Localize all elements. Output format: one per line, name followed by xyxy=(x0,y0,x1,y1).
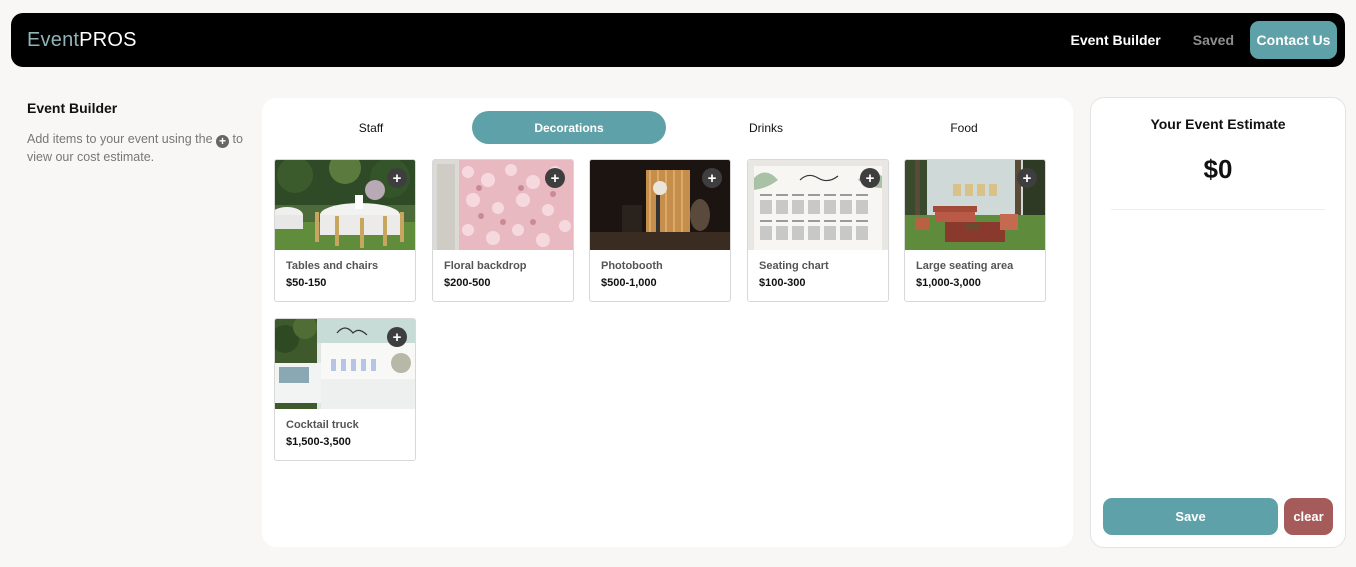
brand-logo-light: Event xyxy=(27,28,80,51)
item-name: Floral backdrop xyxy=(444,260,527,272)
nav-links: Event Builder Saved Contact Us xyxy=(1055,21,1337,59)
brand-logo-bold: PROS xyxy=(79,28,137,51)
items-panel: Staff Decorations Drinks Food + Tables a… xyxy=(262,98,1073,547)
sidebar-text-before: Add items to your event using the xyxy=(27,132,213,146)
item-name: Cocktail truck xyxy=(286,419,359,431)
tab-food[interactable]: Food xyxy=(868,111,1060,144)
sidebar-title: Event Builder xyxy=(27,100,118,116)
item-card-photobooth[interactable]: + Photobooth $500-1,000 xyxy=(589,159,731,302)
add-icon[interactable]: + xyxy=(387,327,407,347)
item-price: $100-300 xyxy=(759,277,806,289)
top-navbar: EventPROS Event Builder Saved Contact Us xyxy=(11,13,1345,67)
save-button[interactable]: Save xyxy=(1103,498,1278,535)
add-icon[interactable]: + xyxy=(387,168,407,188)
tab-staff[interactable]: Staff xyxy=(276,111,466,144)
contact-us-button[interactable]: Contact Us xyxy=(1250,21,1337,59)
item-price: $1,500-3,500 xyxy=(286,436,351,448)
item-card-floral-backdrop[interactable]: + Floral backdrop $200-500 xyxy=(432,159,574,302)
nav-saved[interactable]: Saved xyxy=(1177,32,1250,48)
item-name: Photobooth xyxy=(601,260,663,272)
item-card-seating-chart[interactable]: + Seating chart $100-300 xyxy=(747,159,889,302)
item-price: $50-150 xyxy=(286,277,327,289)
nav-event-builder[interactable]: Event Builder xyxy=(1055,32,1177,48)
category-tabs: Staff Decorations Drinks Food xyxy=(262,111,1073,144)
sidebar: Event Builder Add items to your event us… xyxy=(27,100,247,166)
item-card-large-seating-area[interactable]: + Large seating area $1,000-3,000 xyxy=(904,159,1046,302)
tab-decorations[interactable]: Decorations xyxy=(472,111,666,144)
plus-circle-icon: + xyxy=(216,134,230,148)
add-icon[interactable]: + xyxy=(1017,168,1037,188)
estimate-divider xyxy=(1111,209,1325,210)
estimate-panel: Your Event Estimate $0 Save clear xyxy=(1090,97,1346,548)
add-icon[interactable]: + xyxy=(545,168,565,188)
item-price: $1,000-3,000 xyxy=(916,277,981,289)
add-icon[interactable]: + xyxy=(860,168,880,188)
add-icon[interactable]: + xyxy=(702,168,722,188)
item-card-tables-and-chairs[interactable]: + Tables and chairs $50-150 xyxy=(274,159,416,302)
clear-button[interactable]: clear xyxy=(1284,498,1333,535)
brand-logo[interactable]: EventPROS xyxy=(27,29,137,52)
item-name: Seating chart xyxy=(759,260,829,272)
item-price: $500-1,000 xyxy=(601,277,657,289)
item-name: Tables and chairs xyxy=(286,260,379,272)
sidebar-instructions: Add items to your event using the + to v… xyxy=(27,130,247,166)
estimate-amount: $0 xyxy=(1203,154,1233,184)
item-name: Large seating area xyxy=(916,260,1014,272)
item-card-cocktail-truck[interactable]: + Cocktail truck $1,500-3,500 xyxy=(274,318,416,461)
tab-drinks[interactable]: Drinks xyxy=(670,111,862,144)
item-price: $200-500 xyxy=(444,277,491,289)
estimate-title: Your Event Estimate xyxy=(1150,116,1286,132)
